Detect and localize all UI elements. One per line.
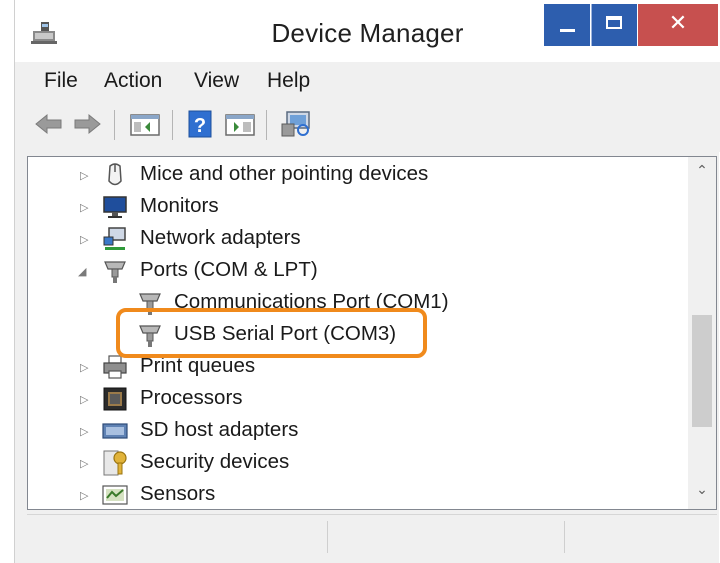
properties-icon[interactable] (223, 108, 257, 140)
tree-item-label: Network adapters (140, 226, 301, 249)
forward-arrow-icon[interactable] (71, 108, 103, 140)
collapse-arrow-icon[interactable]: ◢ (78, 265, 86, 278)
status-pane (564, 521, 565, 553)
scrollbar-thumb[interactable] (692, 315, 712, 427)
menu-file[interactable]: File (44, 69, 78, 93)
tree-item-label: SD host adapters (140, 418, 299, 441)
expand-arrow-icon[interactable]: ▷ (80, 201, 88, 214)
tree-item-communications-port[interactable]: Communications Port (COM1) (28, 287, 698, 319)
tree-item-processors[interactable]: ▷ Processors (28, 383, 698, 415)
tree-item-usb-serial-port[interactable]: USB Serial Port (COM3) (28, 319, 698, 351)
title-bar[interactable]: Device Manager ✕ (15, 0, 720, 62)
tree-item-mice[interactable]: ▷ Mice and other pointing devices (28, 159, 698, 191)
monitor-icon (103, 196, 127, 218)
minimize-button[interactable] (544, 4, 590, 46)
maximize-button[interactable] (591, 4, 637, 46)
tree-item-monitors[interactable]: ▷ Monitors (28, 191, 698, 223)
scroll-up-arrow-icon[interactable]: ⌃ (688, 163, 716, 179)
tree-item-sd-host-adapters[interactable]: ▷ SD host adapters (28, 415, 698, 447)
network-adapter-icon (103, 227, 126, 250)
port-icon (104, 261, 126, 283)
tree-item-label: Print queues (140, 354, 256, 377)
device-tree[interactable]: ▷ Mice and other pointing devices ▷ Moni… (27, 156, 717, 510)
sensor-icon (102, 485, 128, 505)
menu-view[interactable]: View (194, 69, 239, 93)
tree-item-label: USB Serial Port (COM3) (174, 322, 397, 345)
expand-arrow-icon[interactable]: ▷ (80, 457, 88, 470)
port-icon (139, 325, 161, 347)
scroll-down-arrow-icon[interactable]: ⌄ (688, 482, 716, 498)
close-button[interactable]: ✕ (638, 4, 718, 46)
tree-item-label: Communications Port (COM1) (174, 290, 449, 313)
back-arrow-icon[interactable] (33, 108, 65, 140)
menu-help[interactable]: Help (267, 69, 310, 93)
vertical-scrollbar[interactable]: ⌃ ⌄ (688, 157, 716, 509)
printer-icon (103, 355, 127, 379)
processor-icon (103, 387, 127, 411)
tree-item-label: Sensors (140, 482, 216, 505)
tree-item-label: Monitors (140, 194, 219, 217)
toolbar-separator (172, 110, 173, 140)
status-pane (327, 521, 328, 553)
tree-item-network-adapters[interactable]: ▷ Network adapters (28, 223, 698, 255)
tree-item-ports[interactable]: ◢ Ports (COM & LPT) (28, 255, 698, 287)
device-manager-window: Device Manager ✕ File Action View Help ?… (14, 0, 720, 563)
scan-hardware-changes-icon[interactable] (279, 108, 313, 140)
tree-item-label: Mice and other pointing devices (140, 162, 429, 185)
tree-item-security-devices[interactable]: ▷ Security devices (28, 447, 698, 479)
expand-arrow-icon[interactable]: ▷ (80, 233, 88, 246)
close-icon: ✕ (668, 11, 688, 36)
expand-arrow-icon[interactable]: ▷ (80, 489, 88, 502)
menu-action[interactable]: Action (104, 69, 162, 93)
expand-arrow-icon[interactable]: ▷ (80, 425, 88, 438)
key-icon (103, 450, 127, 476)
sd-adapter-icon (102, 423, 128, 439)
expand-arrow-icon[interactable]: ▷ (80, 169, 88, 182)
show-hide-console-tree-icon[interactable] (128, 108, 162, 140)
expand-arrow-icon[interactable]: ▷ (80, 361, 88, 374)
toolbar: ? (15, 100, 720, 152)
toolbar-separator (266, 110, 267, 140)
status-bar (27, 514, 717, 555)
tree-item-label: Processors (140, 386, 243, 409)
toolbar-separator (114, 110, 115, 140)
tree-item-label: Ports (COM & LPT) (140, 258, 318, 281)
port-icon (139, 293, 161, 315)
tree-item-label: Security devices (140, 450, 290, 473)
mouse-icon (108, 163, 122, 186)
tree-item-print-queues[interactable]: ▷ Print queues (28, 351, 698, 383)
minimize-icon (560, 29, 575, 32)
svg-text:?: ? (194, 115, 206, 137)
help-icon[interactable]: ? (185, 108, 215, 140)
expand-arrow-icon[interactable]: ▷ (80, 393, 88, 406)
maximize-icon (606, 16, 622, 29)
tree-item-sensors[interactable]: ▷ Sensors (28, 479, 698, 509)
menu-bar: File Action View Help (15, 62, 720, 100)
